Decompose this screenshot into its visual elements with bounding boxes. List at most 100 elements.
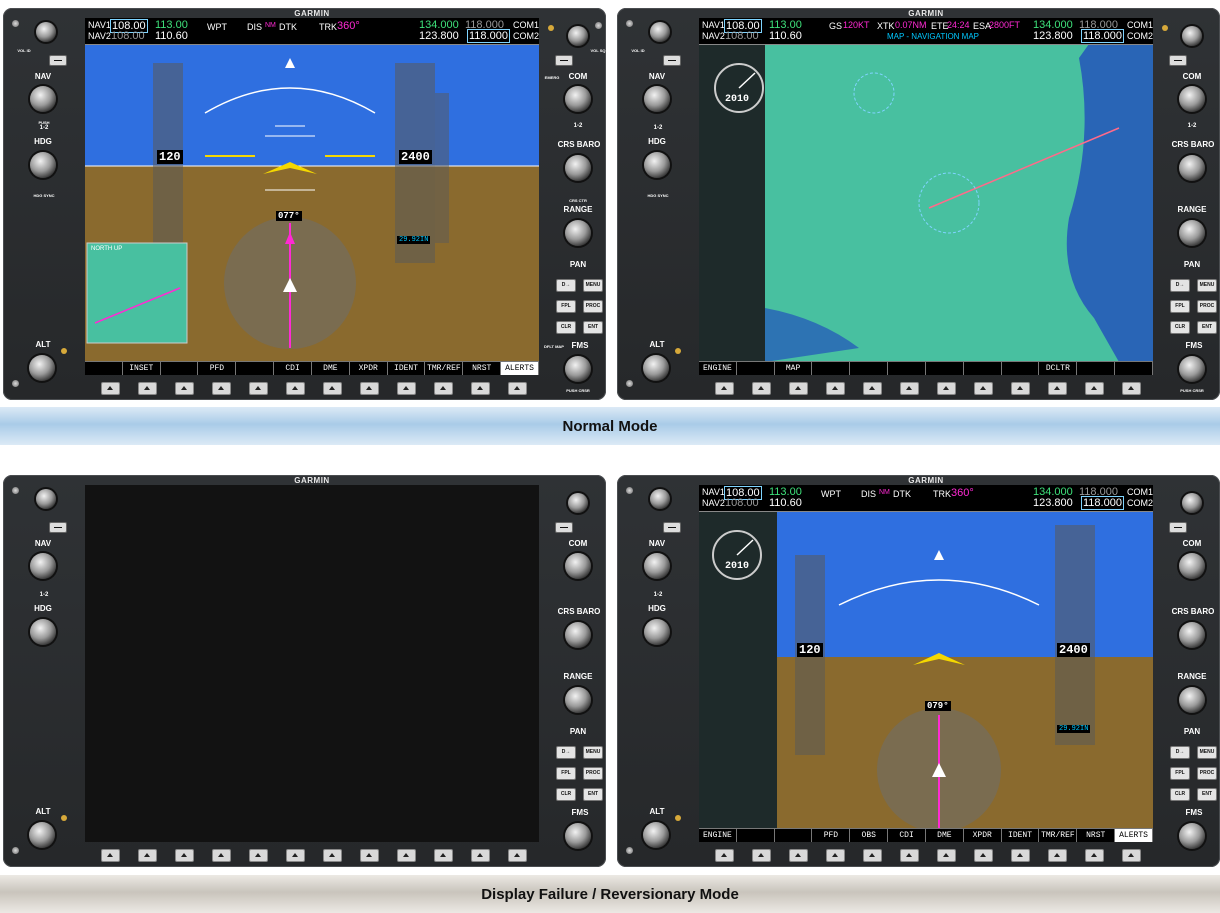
softkey-button[interactable] bbox=[1122, 382, 1141, 395]
softkey-button[interactable] bbox=[101, 382, 120, 395]
softkey-button[interactable] bbox=[789, 849, 808, 862]
softkey[interactable] bbox=[1115, 362, 1153, 375]
softkey-xpdr[interactable]: XPDR bbox=[350, 362, 388, 375]
softkey-map[interactable]: MAP bbox=[775, 362, 813, 375]
menu-button[interactable]: MENU bbox=[583, 746, 603, 759]
softkey-button[interactable] bbox=[249, 849, 268, 862]
fms-knob[interactable] bbox=[565, 356, 591, 382]
proc-button[interactable]: PROC bbox=[1197, 767, 1217, 780]
softkey-button[interactable] bbox=[752, 382, 771, 395]
softkey-button[interactable] bbox=[138, 849, 157, 862]
com-knob[interactable] bbox=[565, 86, 591, 112]
ent-button[interactable]: ENT bbox=[1197, 321, 1217, 334]
com-swap-button[interactable] bbox=[1169, 55, 1187, 66]
nav-knob[interactable] bbox=[644, 86, 670, 112]
softkey-button[interactable] bbox=[1011, 849, 1030, 862]
com-knob[interactable] bbox=[565, 553, 591, 579]
softkey-button[interactable] bbox=[434, 849, 453, 862]
crs-baro-knob[interactable] bbox=[1179, 622, 1205, 648]
vol-sq-knob[interactable] bbox=[568, 26, 588, 46]
clr-button[interactable]: CLR bbox=[556, 321, 576, 334]
softkey-nrst[interactable]: NRST bbox=[1077, 829, 1116, 842]
softkey-button[interactable] bbox=[974, 382, 993, 395]
softkey-button[interactable] bbox=[826, 849, 845, 862]
softkey-button[interactable] bbox=[471, 849, 490, 862]
softkey-button[interactable] bbox=[752, 849, 771, 862]
softkey-nrst[interactable]: NRST bbox=[463, 362, 502, 375]
softkey-button[interactable] bbox=[212, 382, 231, 395]
nav2-active[interactable]: 108.00 bbox=[725, 30, 759, 42]
softkey-button[interactable] bbox=[1122, 849, 1141, 862]
direct-to-button[interactable]: D→ bbox=[1170, 279, 1190, 292]
com2-active[interactable]: 123.800 bbox=[1033, 30, 1073, 42]
softkey-button[interactable] bbox=[323, 382, 342, 395]
com2-standby[interactable]: 118.000 bbox=[1081, 29, 1124, 43]
vol-id-knob[interactable] bbox=[36, 489, 56, 509]
nav2-active[interactable]: 108.00 bbox=[725, 497, 759, 509]
softkey[interactable] bbox=[926, 362, 964, 375]
softkey-button[interactable] bbox=[715, 382, 734, 395]
nav2-standby[interactable]: 110.60 bbox=[155, 30, 188, 42]
softkey-button[interactable] bbox=[900, 382, 919, 395]
softkey[interactable] bbox=[737, 362, 775, 375]
softkey-button[interactable] bbox=[101, 849, 120, 862]
vol-sq-knob[interactable] bbox=[1182, 493, 1202, 513]
fpl-button[interactable]: FPL bbox=[556, 767, 576, 780]
softkey-button[interactable] bbox=[138, 382, 157, 395]
fms-knob[interactable] bbox=[1179, 823, 1205, 849]
fms-knob[interactable] bbox=[1179, 356, 1205, 382]
hdg-knob[interactable] bbox=[644, 619, 670, 645]
softkey-dme[interactable]: DME bbox=[926, 829, 964, 842]
softkey[interactable] bbox=[161, 362, 199, 375]
softkey-engine[interactable]: ENGINE bbox=[699, 362, 737, 375]
range-knob[interactable] bbox=[565, 687, 591, 713]
softkey-xpdr[interactable]: XPDR bbox=[964, 829, 1002, 842]
com2-active[interactable]: 123.800 bbox=[1033, 497, 1073, 509]
proc-button[interactable]: PROC bbox=[583, 300, 603, 313]
nav-swap-button[interactable] bbox=[663, 522, 681, 533]
softkey-button[interactable] bbox=[360, 849, 379, 862]
softkey-button[interactable] bbox=[508, 849, 527, 862]
menu-button[interactable]: MENU bbox=[1197, 279, 1217, 292]
range-knob[interactable] bbox=[1179, 687, 1205, 713]
range-knob[interactable] bbox=[565, 220, 591, 246]
clr-button[interactable]: CLR bbox=[1170, 321, 1190, 334]
alt-knob[interactable] bbox=[643, 355, 669, 381]
softkey-button[interactable] bbox=[360, 382, 379, 395]
softkey-button[interactable] bbox=[937, 382, 956, 395]
softkey-button[interactable] bbox=[937, 849, 956, 862]
softkey[interactable] bbox=[812, 362, 851, 375]
crs-baro-knob[interactable] bbox=[1179, 155, 1205, 181]
nav-swap-button[interactable] bbox=[49, 522, 67, 533]
com-swap-button[interactable] bbox=[555, 55, 573, 66]
ent-button[interactable]: ENT bbox=[583, 788, 603, 801]
vol-id-knob[interactable] bbox=[36, 22, 56, 42]
direct-to-button[interactable]: D→ bbox=[1170, 746, 1190, 759]
nav-knob[interactable] bbox=[30, 86, 56, 112]
softkey-button[interactable] bbox=[508, 382, 527, 395]
com-swap-button[interactable] bbox=[1169, 522, 1187, 533]
softkey-button[interactable] bbox=[1085, 382, 1104, 395]
softkey-button[interactable] bbox=[286, 382, 305, 395]
softkey-engine[interactable]: ENGINE bbox=[699, 829, 737, 842]
softkey-button[interactable] bbox=[212, 849, 231, 862]
com2-active[interactable]: 123.800 bbox=[419, 30, 459, 42]
softkey[interactable] bbox=[775, 829, 813, 842]
fpl-button[interactable]: FPL bbox=[1170, 300, 1190, 313]
direct-to-button[interactable]: D→ bbox=[556, 279, 576, 292]
proc-button[interactable]: PROC bbox=[1197, 300, 1217, 313]
softkey-dme[interactable]: DME bbox=[312, 362, 350, 375]
vol-sq-knob[interactable] bbox=[1182, 26, 1202, 46]
hdg-knob[interactable] bbox=[30, 152, 56, 178]
vol-id-knob[interactable] bbox=[650, 22, 670, 42]
menu-button[interactable]: MENU bbox=[583, 279, 603, 292]
alt-knob[interactable] bbox=[643, 822, 669, 848]
softkey-button[interactable] bbox=[715, 849, 734, 862]
softkey[interactable] bbox=[85, 362, 123, 375]
clr-button[interactable]: CLR bbox=[1170, 788, 1190, 801]
softkey-button[interactable] bbox=[175, 849, 194, 862]
softkey-cdi[interactable]: CDI bbox=[274, 362, 312, 375]
softkey-alerts[interactable]: ALERTS bbox=[1115, 829, 1153, 842]
softkey[interactable] bbox=[888, 362, 926, 375]
range-knob[interactable] bbox=[1179, 220, 1205, 246]
